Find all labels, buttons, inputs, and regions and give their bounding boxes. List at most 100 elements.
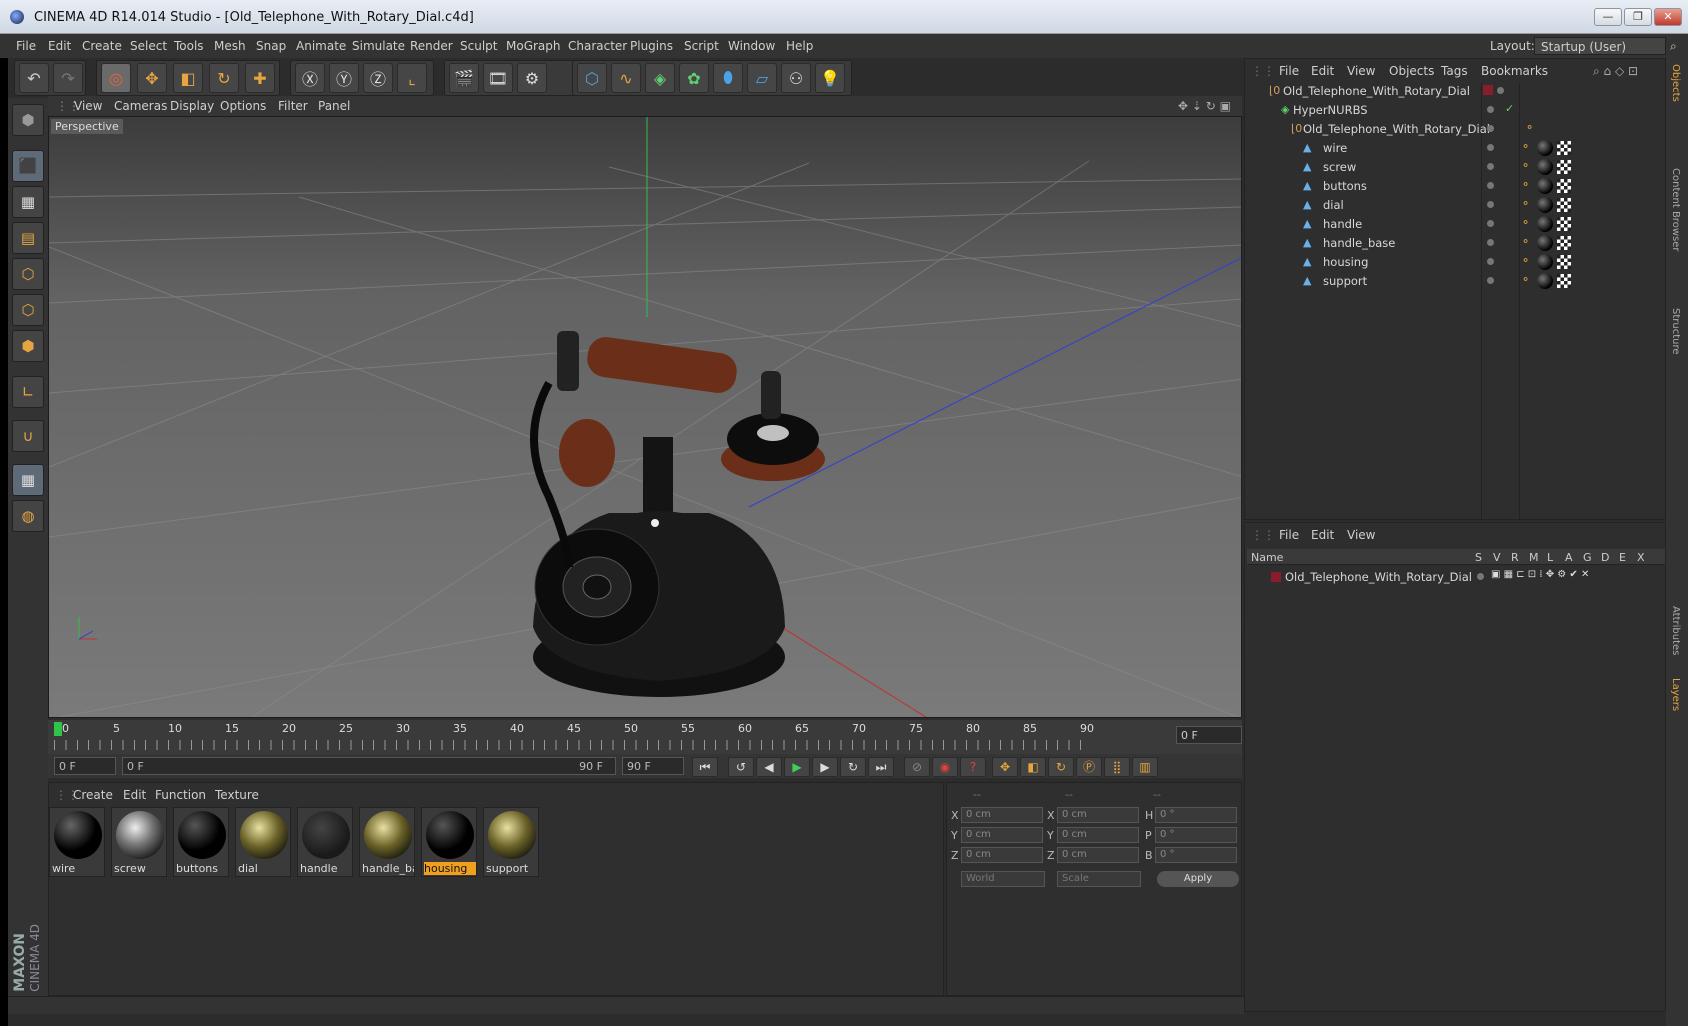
menu-character[interactable]: Character bbox=[568, 39, 627, 53]
edges-mode-icon[interactable]: ⬡ bbox=[12, 294, 44, 326]
menu-snap[interactable]: Snap bbox=[256, 39, 286, 53]
previous-key-icon[interactable]: ↺ bbox=[728, 757, 754, 777]
viewport-navigation-icons[interactable]: ✥ ⇣ ↻ ▣ bbox=[1178, 99, 1231, 113]
objects-menu-objects[interactable]: Objects bbox=[1389, 64, 1434, 78]
layout-dropdown[interactable]: Startup (User) bbox=[1534, 37, 1666, 55]
object-row[interactable]: ⌊0 Old_Telephone_With_Rotary_Dial bbox=[1245, 81, 1665, 101]
next-frame-icon[interactable]: ▶ bbox=[812, 757, 838, 777]
size-z-field[interactable]: 0 cm bbox=[1057, 847, 1139, 863]
texture-mode-icon[interactable]: ▦ bbox=[12, 186, 44, 218]
visibility-dot[interactable] bbox=[1487, 220, 1494, 227]
material-swatch[interactable]: handle bbox=[297, 807, 353, 877]
rotation-h-field[interactable]: 0 ° bbox=[1155, 807, 1237, 823]
uvw-tag-icon[interactable] bbox=[1557, 217, 1571, 231]
next-key-icon[interactable]: ↻ bbox=[840, 757, 866, 777]
make-editable-icon[interactable]: ⬢ bbox=[12, 104, 44, 136]
workplane-lock-icon[interactable]: ▦ bbox=[12, 464, 44, 496]
rotate-tool-icon[interactable]: ↻ bbox=[209, 63, 239, 93]
key-position-icon[interactable]: ✥ bbox=[992, 757, 1018, 777]
uvw-tag-icon[interactable] bbox=[1557, 236, 1571, 250]
visibility-dot[interactable] bbox=[1487, 239, 1494, 246]
menu-create[interactable]: Create bbox=[82, 39, 122, 53]
object-row[interactable]: ▲ dial ⚬ bbox=[1245, 195, 1665, 215]
nurbs-icon[interactable]: ◈ bbox=[645, 63, 675, 93]
layers-menu-view[interactable]: View bbox=[1347, 528, 1375, 542]
visibility-dot[interactable] bbox=[1497, 87, 1504, 94]
object-row[interactable]: ▲ handle ⚬ bbox=[1245, 214, 1665, 234]
tab-objects[interactable]: Objects bbox=[1670, 64, 1681, 102]
layers-menu-edit[interactable]: Edit bbox=[1311, 528, 1334, 542]
object-row[interactable]: ▲ screw ⚬ bbox=[1245, 157, 1665, 177]
tab-layers[interactable]: Layers bbox=[1670, 678, 1681, 711]
object-row[interactable]: ◈ HyperNURBS ✓ bbox=[1245, 100, 1665, 120]
position-z-field[interactable]: 0 cm bbox=[961, 847, 1043, 863]
objects-menu-tags[interactable]: Tags bbox=[1441, 64, 1468, 78]
uvw-tag-icon[interactable] bbox=[1557, 255, 1571, 269]
phong-tag-icon[interactable]: ⚬ bbox=[1521, 178, 1530, 191]
render-view-icon[interactable]: 🎬 bbox=[449, 63, 479, 93]
material-tag-icon[interactable] bbox=[1537, 235, 1553, 251]
material-menu-create[interactable]: Create bbox=[73, 788, 113, 802]
objects-menu-view[interactable]: View bbox=[1347, 64, 1375, 78]
solo-mode-icon[interactable]: ◍ bbox=[12, 500, 44, 532]
phong-tag-icon[interactable]: ⚬ bbox=[1521, 273, 1530, 286]
menu-tools[interactable]: Tools bbox=[174, 39, 204, 53]
uvw-tag-icon[interactable] bbox=[1557, 160, 1571, 174]
menu-sculpt[interactable]: Sculpt bbox=[460, 39, 497, 53]
phong-tag-icon[interactable]: ⚬ bbox=[1521, 216, 1530, 229]
workplane-mode-icon[interactable]: ▤ bbox=[12, 222, 44, 254]
viewport-menu-panel[interactable]: Panel bbox=[318, 99, 350, 113]
objects-menu-edit[interactable]: Edit bbox=[1311, 64, 1334, 78]
material-swatch[interactable]: buttons bbox=[173, 807, 229, 877]
close-button[interactable]: ✕ bbox=[1654, 8, 1682, 26]
telephone-model[interactable] bbox=[530, 331, 825, 697]
material-swatch[interactable]: screw bbox=[111, 807, 167, 877]
redo-icon[interactable]: ↷ bbox=[53, 63, 83, 93]
model-mode-icon[interactable]: ⬛ bbox=[12, 150, 44, 182]
material-swatch[interactable]: handle_ba: bbox=[359, 807, 415, 877]
axis-mode-icon[interactable]: ∟ bbox=[12, 376, 44, 408]
floor-scene-icon[interactable]: ▱ bbox=[747, 63, 777, 93]
key-parameter-icon[interactable]: Ⓟ bbox=[1076, 757, 1102, 777]
menu-window[interactable]: Window bbox=[728, 39, 775, 53]
z-axis-lock-icon[interactable]: Ⓩ bbox=[363, 63, 393, 93]
layer-flag-icons[interactable]: ▣ ▦ ⊏ ⊡ ⁞ ✥ ⚙ ✔ ✕ bbox=[1491, 569, 1589, 580]
uvw-tag-icon[interactable] bbox=[1557, 274, 1571, 288]
undo-icon[interactable]: ↶ bbox=[19, 63, 49, 93]
material-swatch[interactable]: dial bbox=[235, 807, 291, 877]
coordinate-space-dropdown[interactable]: World bbox=[961, 871, 1045, 887]
material-menu-edit[interactable]: Edit bbox=[123, 788, 146, 802]
previous-frame-icon[interactable]: ◀ bbox=[756, 757, 782, 777]
light-icon[interactable]: 💡 bbox=[815, 63, 845, 93]
material-tag-icon[interactable] bbox=[1537, 159, 1553, 175]
tab-structure[interactable]: Structure bbox=[1670, 308, 1681, 355]
timeline-window-icon[interactable]: ▥ bbox=[1132, 757, 1158, 777]
material-swatch[interactable]: wire bbox=[49, 807, 105, 877]
menu-animate[interactable]: Animate bbox=[296, 39, 346, 53]
visibility-dot[interactable] bbox=[1487, 277, 1494, 284]
menu-edit[interactable]: Edit bbox=[48, 39, 71, 53]
go-to-end-icon[interactable]: ⏭ bbox=[868, 757, 894, 777]
object-row[interactable]: ▲ handle_base ⚬ bbox=[1245, 233, 1665, 253]
start-frame-field[interactable]: 0 F bbox=[54, 757, 116, 775]
key-scale-icon[interactable]: ◧ bbox=[1020, 757, 1046, 777]
rotation-b-field[interactable]: 0 ° bbox=[1155, 847, 1237, 863]
tab-content-browser[interactable]: Content Browser bbox=[1670, 168, 1681, 251]
play-icon[interactable]: ▶ bbox=[784, 757, 810, 777]
minimize-button[interactable]: — bbox=[1594, 8, 1622, 26]
object-row[interactable]: ⌊0 Old_Telephone_With_Rotary_Dial ⚬ bbox=[1245, 119, 1665, 139]
viewport-menu-view[interactable]: View bbox=[74, 99, 102, 113]
move-tool-icon[interactable]: ✥ bbox=[137, 63, 167, 93]
cube-primitive-icon[interactable]: ⬡ bbox=[577, 63, 607, 93]
material-swatch[interactable]: housing bbox=[421, 807, 477, 877]
camera-icon[interactable]: ⚇ bbox=[781, 63, 811, 93]
visibility-dot[interactable] bbox=[1487, 125, 1494, 132]
menu-help[interactable]: Help bbox=[786, 39, 813, 53]
phong-tag-icon[interactable]: ⚬ bbox=[1521, 254, 1530, 267]
menu-render[interactable]: Render bbox=[410, 39, 453, 53]
objects-toolbar-icons[interactable]: ⌕ ⌂ ◇ ⊡ bbox=[1593, 64, 1638, 79]
key-rotation-icon[interactable]: ↻ bbox=[1048, 757, 1074, 777]
phong-tag-icon[interactable]: ⚬ bbox=[1521, 140, 1530, 153]
material-menu-texture[interactable]: Texture bbox=[215, 788, 259, 802]
uvw-tag-icon[interactable] bbox=[1557, 179, 1571, 193]
